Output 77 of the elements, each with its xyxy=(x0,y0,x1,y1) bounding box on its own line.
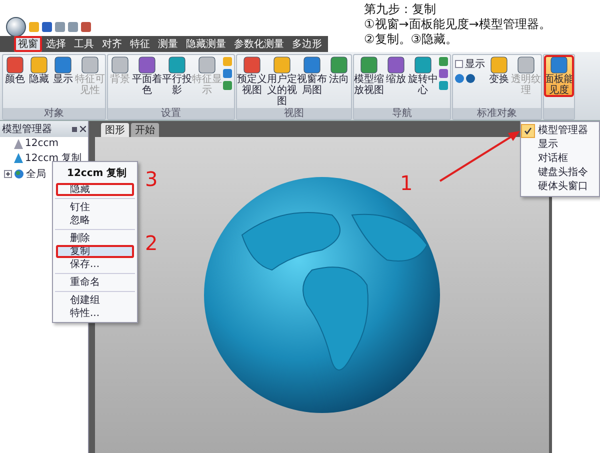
ribbon-tab[interactable]: 选择 xyxy=(42,36,70,52)
menu-item[interactable]: 忽略 xyxy=(56,214,134,227)
ribbon-button[interactable]: 用户定义的视图 xyxy=(267,55,297,108)
check-icon xyxy=(524,127,532,135)
menu-item[interactable]: 删除 xyxy=(56,232,134,245)
menu-item[interactable]: 特性... xyxy=(56,307,134,320)
ribbon-tab[interactable]: 特征 xyxy=(126,36,154,52)
group-label: 设置 xyxy=(108,108,234,119)
instruction-text: ②复制。③隐藏。 xyxy=(364,32,459,47)
menu-item[interactable]: 钉住 xyxy=(56,201,134,214)
square-icon xyxy=(490,56,508,74)
annotation-number: 2 xyxy=(145,231,158,255)
ribbon-button[interactable]: 模型缩放视图 xyxy=(354,55,384,97)
group-label-bar xyxy=(544,108,574,119)
square-icon xyxy=(54,56,72,74)
square-icon xyxy=(303,56,321,74)
square-icon xyxy=(6,56,24,74)
square-icon xyxy=(330,56,348,74)
menu-item[interactable]: 保存... xyxy=(56,258,134,271)
menu-title: 12ccm 复制 xyxy=(66,166,128,181)
group-label: 导航 xyxy=(354,108,450,119)
square-icon xyxy=(387,56,405,74)
square-icon xyxy=(414,56,432,74)
instruction-text: ①视窗→面板能见度→模型管理器。 xyxy=(364,17,551,32)
tree-item[interactable]: 12ccm xyxy=(0,137,60,150)
ribbon-tab[interactable]: 视窗 xyxy=(14,36,42,52)
pin-icon[interactable] xyxy=(72,126,77,132)
menu-item[interactable]: 对话框 xyxy=(521,152,599,166)
menu-item[interactable]: 硬体头窗口 xyxy=(521,180,599,194)
ribbon-button[interactable]: 平面着色 xyxy=(132,55,162,97)
ribbon-button[interactable]: 法向 xyxy=(327,55,351,86)
expand-icon[interactable] xyxy=(4,170,12,178)
panel-title: 模型管理器 xyxy=(2,122,52,136)
square-icon xyxy=(138,56,156,74)
ribbon-tab[interactable]: 测量 xyxy=(154,36,182,52)
ribbon-button[interactable]: 颜色 xyxy=(3,55,27,86)
item-label: 12ccm xyxy=(25,138,58,149)
ribbon-tab[interactable]: 参数化测量 xyxy=(230,36,288,52)
ribbon-button[interactable]: 旋转中心 xyxy=(408,55,438,97)
globe-icon xyxy=(14,169,24,179)
view-tab[interactable]: 图形 xyxy=(101,123,129,137)
view-tab[interactable]: 开始 xyxy=(131,123,159,137)
ribbon-tab[interactable]: 工具 xyxy=(70,36,98,52)
ribbon-button[interactable]: 显示 xyxy=(51,55,75,86)
dot-icon[interactable] xyxy=(455,74,464,83)
tree-item[interactable]: 全局 xyxy=(0,166,48,182)
ribbon-tab[interactable]: 隐藏测量 xyxy=(182,36,230,52)
item-label: 全局 xyxy=(26,168,46,181)
ribbon-button[interactable]: 视窗布局图 xyxy=(297,55,327,97)
group-label: 视图 xyxy=(237,108,351,119)
annotation-number: 1 xyxy=(400,171,413,195)
ribbon-tab[interactable]: 多边形 xyxy=(288,36,326,52)
app-menu-orb[interactable] xyxy=(6,17,26,37)
square-icon xyxy=(168,56,186,74)
ribbon-tab[interactable]: 对齐 xyxy=(98,36,126,52)
menu-item[interactable]: 模型管理器 xyxy=(521,124,599,138)
group-label: 标准对象 xyxy=(453,108,541,119)
square-icon xyxy=(273,56,291,74)
dot-icon[interactable] xyxy=(466,74,475,83)
show-checkbox[interactable]: 显示 xyxy=(455,57,485,71)
group-label: 对象 xyxy=(3,108,105,119)
menu-item[interactable]: 创建组 xyxy=(56,294,134,307)
menu-item[interactable]: 重命名 xyxy=(56,276,134,289)
ribbon-button[interactable]: 预定义视图 xyxy=(237,55,267,97)
annotation-number: 3 xyxy=(145,167,158,191)
step-title: 第九步：复制 xyxy=(364,2,437,17)
menu-item[interactable]: 键盘头指令 xyxy=(521,166,599,180)
menu-item[interactable]: 显示 xyxy=(521,138,599,152)
square-icon xyxy=(550,56,568,74)
square-icon xyxy=(30,56,48,74)
close-icon[interactable] xyxy=(80,126,86,132)
ribbon-button[interactable]: 变换 xyxy=(487,55,511,86)
ribbon-button[interactable]: 隐藏 xyxy=(27,55,51,86)
square-icon xyxy=(360,56,378,74)
ribbon-button[interactable]: 平行投影 xyxy=(162,55,192,97)
square-icon xyxy=(243,56,261,74)
ribbon-button[interactable]: 缩放 xyxy=(384,55,408,86)
